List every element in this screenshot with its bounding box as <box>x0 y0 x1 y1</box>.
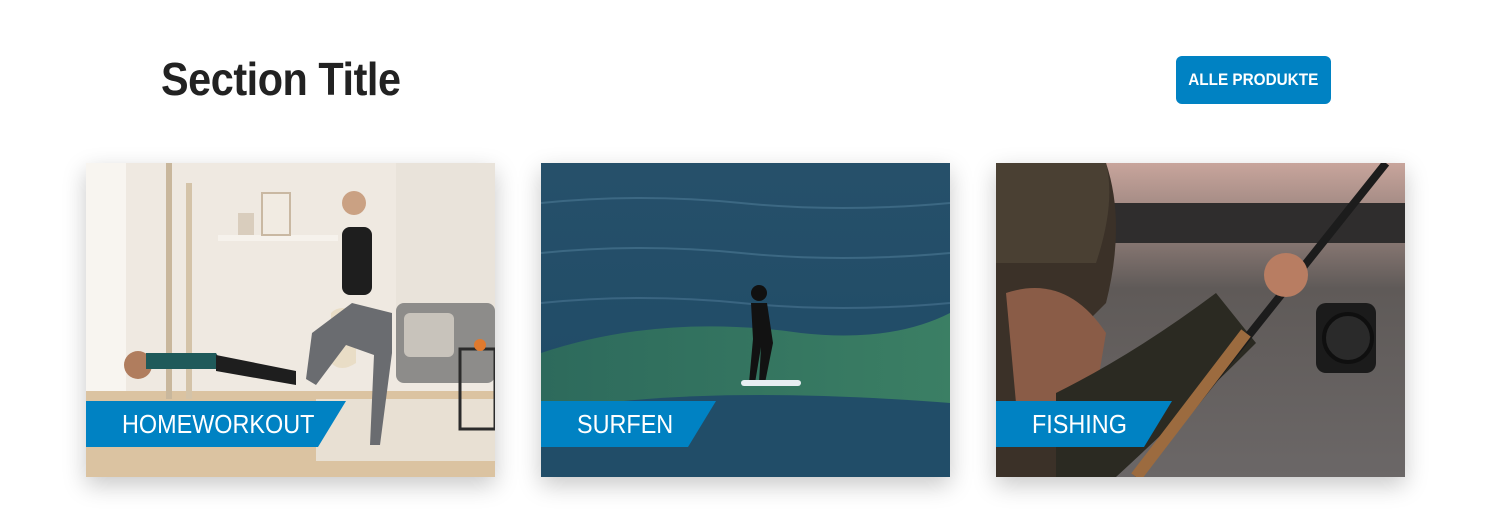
all-products-label: ALLE PRODUKTE <box>1188 70 1319 89</box>
category-card-surfen[interactable]: SURFEN <box>541 163 950 477</box>
category-card-fishing[interactable]: FISHING <box>996 163 1405 477</box>
card-label: SURFEN <box>541 401 716 447</box>
all-products-button[interactable]: ALLE PRODUKTE <box>1176 56 1331 104</box>
card-label: FISHING <box>996 401 1172 447</box>
category-card-homeworkout[interactable]: HOMEWORKOUT <box>86 163 495 477</box>
card-label: HOMEWORKOUT <box>86 401 346 447</box>
section-title: Section Title <box>161 53 401 105</box>
